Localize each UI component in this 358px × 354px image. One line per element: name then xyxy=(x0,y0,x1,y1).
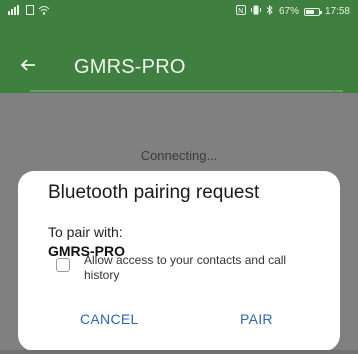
back-button[interactable] xyxy=(14,54,42,78)
wifi-icon xyxy=(38,5,50,18)
progress-fill xyxy=(30,90,334,92)
svg-text:N: N xyxy=(238,7,243,15)
status-time: 17:58 xyxy=(324,6,350,17)
contacts-access-label[interactable]: Allow access to your contacts and call h… xyxy=(84,253,324,283)
app-bar: GMRS-PRO xyxy=(0,46,358,86)
status-right-icons: N 67% 17:58 xyxy=(235,4,350,18)
connecting-status-text: Connecting... xyxy=(140,148,218,163)
status-bar: N 67% 17:58 xyxy=(0,0,358,22)
battery-icon xyxy=(303,7,322,16)
nfc-icon: N xyxy=(235,5,246,18)
battery-percent: 67% xyxy=(278,6,299,17)
arrow-left-icon xyxy=(20,55,36,78)
cancel-button[interactable]: CANCEL xyxy=(80,311,139,327)
pair-button[interactable]: PAIR xyxy=(240,311,273,327)
bluetooth-icon xyxy=(266,4,274,18)
page-title: GMRS-PRO xyxy=(74,56,186,78)
status-left-icons xyxy=(8,5,50,18)
progress-indicator-tail xyxy=(335,90,343,92)
vibrate-icon xyxy=(250,5,261,18)
pair-with-label: To pair with: xyxy=(48,224,123,240)
signal-icon xyxy=(8,5,22,18)
app-header: N 67% 17:58 GMRS-PRO xyxy=(0,0,358,93)
background-bottom-edge xyxy=(0,350,358,354)
bluetooth-pairing-dialog: Bluetooth pairing request To pair with: … xyxy=(18,171,340,351)
connection-progress-bar xyxy=(30,90,334,92)
sim-icon xyxy=(26,5,34,18)
contacts-access-checkbox[interactable] xyxy=(56,258,70,272)
dialog-title: Bluetooth pairing request xyxy=(48,182,260,203)
